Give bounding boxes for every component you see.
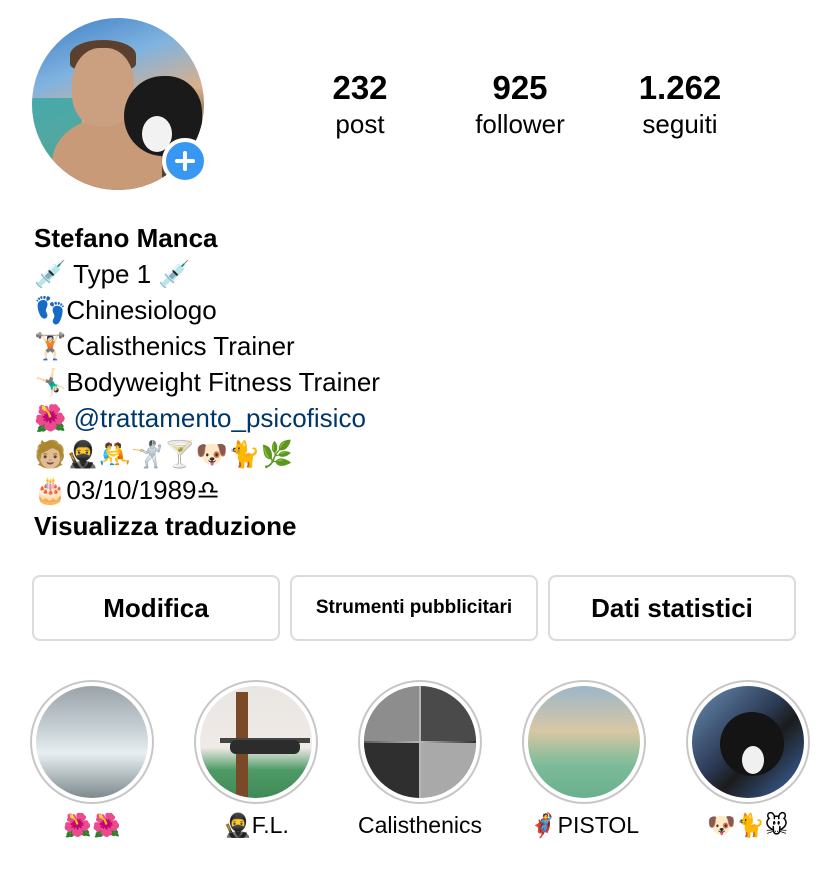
highlight-label: 🌺🌺 [63, 812, 121, 838]
highlight-ring[interactable] [522, 680, 646, 804]
posts-count: 232 [332, 69, 388, 106]
stat-followers[interactable]: 925 follower [440, 68, 600, 140]
highlight-cover-image [364, 686, 476, 798]
bio-line-emojis: 🧑🏼🥷🤼🤺🍸🐶🐈🌿 [34, 439, 293, 469]
highlight-item[interactable]: 🥷F.L. [191, 680, 321, 840]
profile-bio: Stefano Manca 💉 Type 1 💉 👣Chinesiologo 🏋… [34, 220, 814, 544]
bio-mention-link[interactable]: @trattamento_psicofisico [74, 403, 366, 433]
highlight-cover-image [692, 686, 804, 798]
highlight-label: 🐶🐈🐭 [707, 812, 789, 838]
stat-posts[interactable]: 232 post [280, 68, 440, 140]
following-label: seguiti [642, 109, 718, 139]
highlight-ring[interactable] [358, 680, 482, 804]
bio-line-bodyweight: 🤸🏻‍♂️Bodyweight Fitness Trainer [34, 367, 380, 397]
posts-label: post [335, 109, 385, 139]
highlight-item[interactable]: 🐶🐈🐭 [683, 680, 813, 840]
highlight-cover-image [528, 686, 640, 798]
bio-line-birthday: 🎂03/10/1989♎ [34, 475, 220, 505]
bio-line-calisthenics: 🏋🏻Calisthenics Trainer [34, 331, 295, 361]
add-story-plus-icon[interactable] [162, 138, 208, 184]
highlight-cover-image [200, 686, 312, 798]
highlight-ring[interactable] [686, 680, 810, 804]
highlight-label: 🥷F.L. [223, 812, 289, 838]
highlight-cover-image [36, 686, 148, 798]
edit-profile-button[interactable]: Modifica [32, 575, 280, 641]
followers-count: 925 [492, 69, 548, 106]
hibiscus-emoji: 🌺 [34, 403, 67, 433]
insights-button[interactable]: Dati statistici [548, 575, 796, 641]
profile-avatar-container[interactable] [32, 18, 208, 190]
translate-link[interactable]: Visualizza traduzione [34, 508, 814, 544]
highlight-item[interactable]: Calisthenics [355, 680, 485, 840]
highlight-item[interactable]: 🌺🌺 [27, 680, 157, 840]
highlight-ring[interactable] [30, 680, 154, 804]
highlight-label: Calisthenics [358, 812, 482, 838]
following-count: 1.262 [638, 69, 722, 106]
highlight-label: 🦸PISTOL [528, 812, 640, 838]
bio-line-type1: 💉 Type 1 💉 [34, 259, 191, 289]
bio-line-kinesiologist: 👣Chinesiologo [34, 295, 217, 325]
profile-name: Stefano Manca [34, 223, 218, 253]
stat-following[interactable]: 1.262 seguiti [600, 68, 760, 140]
bio-line-link-row: 🌺 @trattamento_psicofisico [34, 400, 814, 436]
ad-tools-button[interactable]: Strumenti pubblicitari [290, 575, 538, 641]
followers-label: follower [475, 109, 565, 139]
highlight-item[interactable]: 🦸PISTOL [519, 680, 649, 840]
highlight-ring[interactable] [194, 680, 318, 804]
